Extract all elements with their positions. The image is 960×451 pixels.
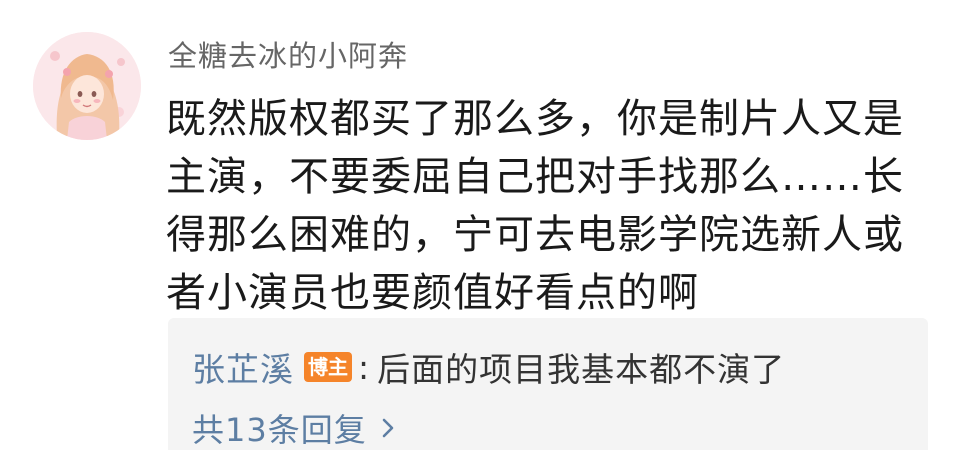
more-replies-label: 共13条回复	[192, 411, 367, 449]
comment-card: 全糖去冰的小阿奔 既然版权都买了那么多，你是制片人又是主演，不要委屈自己把对手找…	[0, 0, 960, 450]
blogger-badge: 博主	[304, 352, 352, 382]
comment-text: 既然版权都买了那么多，你是制片人又是主演，不要委屈自己把对手找那么……长得那么困…	[166, 96, 904, 316]
avatar[interactable]	[33, 32, 141, 140]
avatar-girl-illustration-icon	[33, 32, 141, 140]
reply-line: 张芷溪 博主 : 后面的项目我基本都不演了	[192, 344, 785, 390]
reply-colon: :	[358, 347, 370, 387]
comment-username[interactable]: 全糖去冰的小阿奔	[168, 38, 408, 74]
view-more-replies-button[interactable]: 共13条回复	[192, 406, 397, 450]
reply-text: 后面的项目我基本都不演了	[377, 350, 786, 389]
reply-author[interactable]: 张芷溪	[192, 343, 294, 391]
chevron-right-icon	[382, 418, 394, 438]
reply-preview[interactable]: 张芷溪 博主 : 后面的项目我基本都不演了 共13条回复	[168, 318, 928, 450]
